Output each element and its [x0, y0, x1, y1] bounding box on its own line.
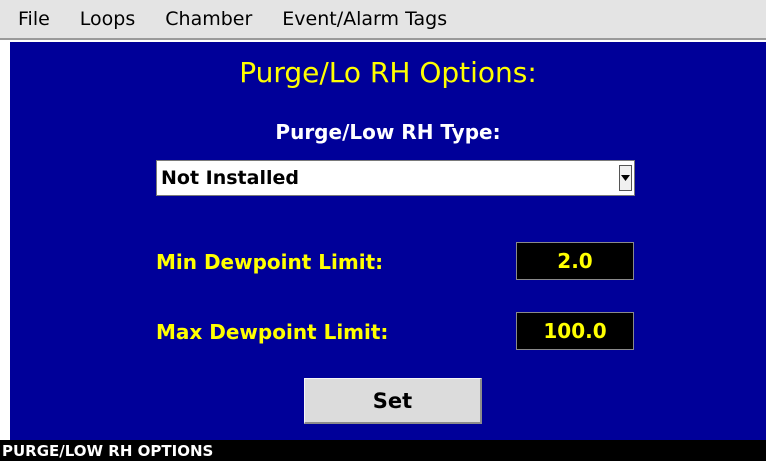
menu-loops[interactable]: Loops [80, 0, 135, 39]
max-dewpoint-label: Max Dewpoint Limit: [156, 320, 389, 344]
purge-type-select[interactable]: Not Installed [156, 160, 635, 196]
dropdown-arrow-icon[interactable] [619, 165, 632, 191]
purge-type-label: Purge/Low RH Type: [275, 120, 501, 144]
purge-options-panel: Purge/Lo RH Options: Purge/Low RH Type: … [10, 42, 766, 440]
menu-bar: File Loops Chamber Event/Alarm Tags [0, 0, 766, 40]
page-title: Purge/Lo RH Options: [239, 56, 537, 89]
menu-event-alarm-tags[interactable]: Event/Alarm Tags [282, 0, 447, 39]
min-dewpoint-label: Min Dewpoint Limit: [156, 250, 384, 274]
menu-file[interactable]: File [18, 0, 50, 39]
set-button[interactable]: Set [304, 378, 482, 424]
menu-chamber[interactable]: Chamber [165, 0, 252, 39]
purge-type-select-value: Not Installed [161, 167, 299, 189]
min-dewpoint-field[interactable]: 2.0 [516, 242, 634, 280]
max-dewpoint-field[interactable]: 100.0 [516, 312, 634, 350]
status-text: PURGE/LOW RH OPTIONS [2, 442, 214, 460]
status-bar: PURGE/LOW RH OPTIONS [0, 440, 766, 461]
